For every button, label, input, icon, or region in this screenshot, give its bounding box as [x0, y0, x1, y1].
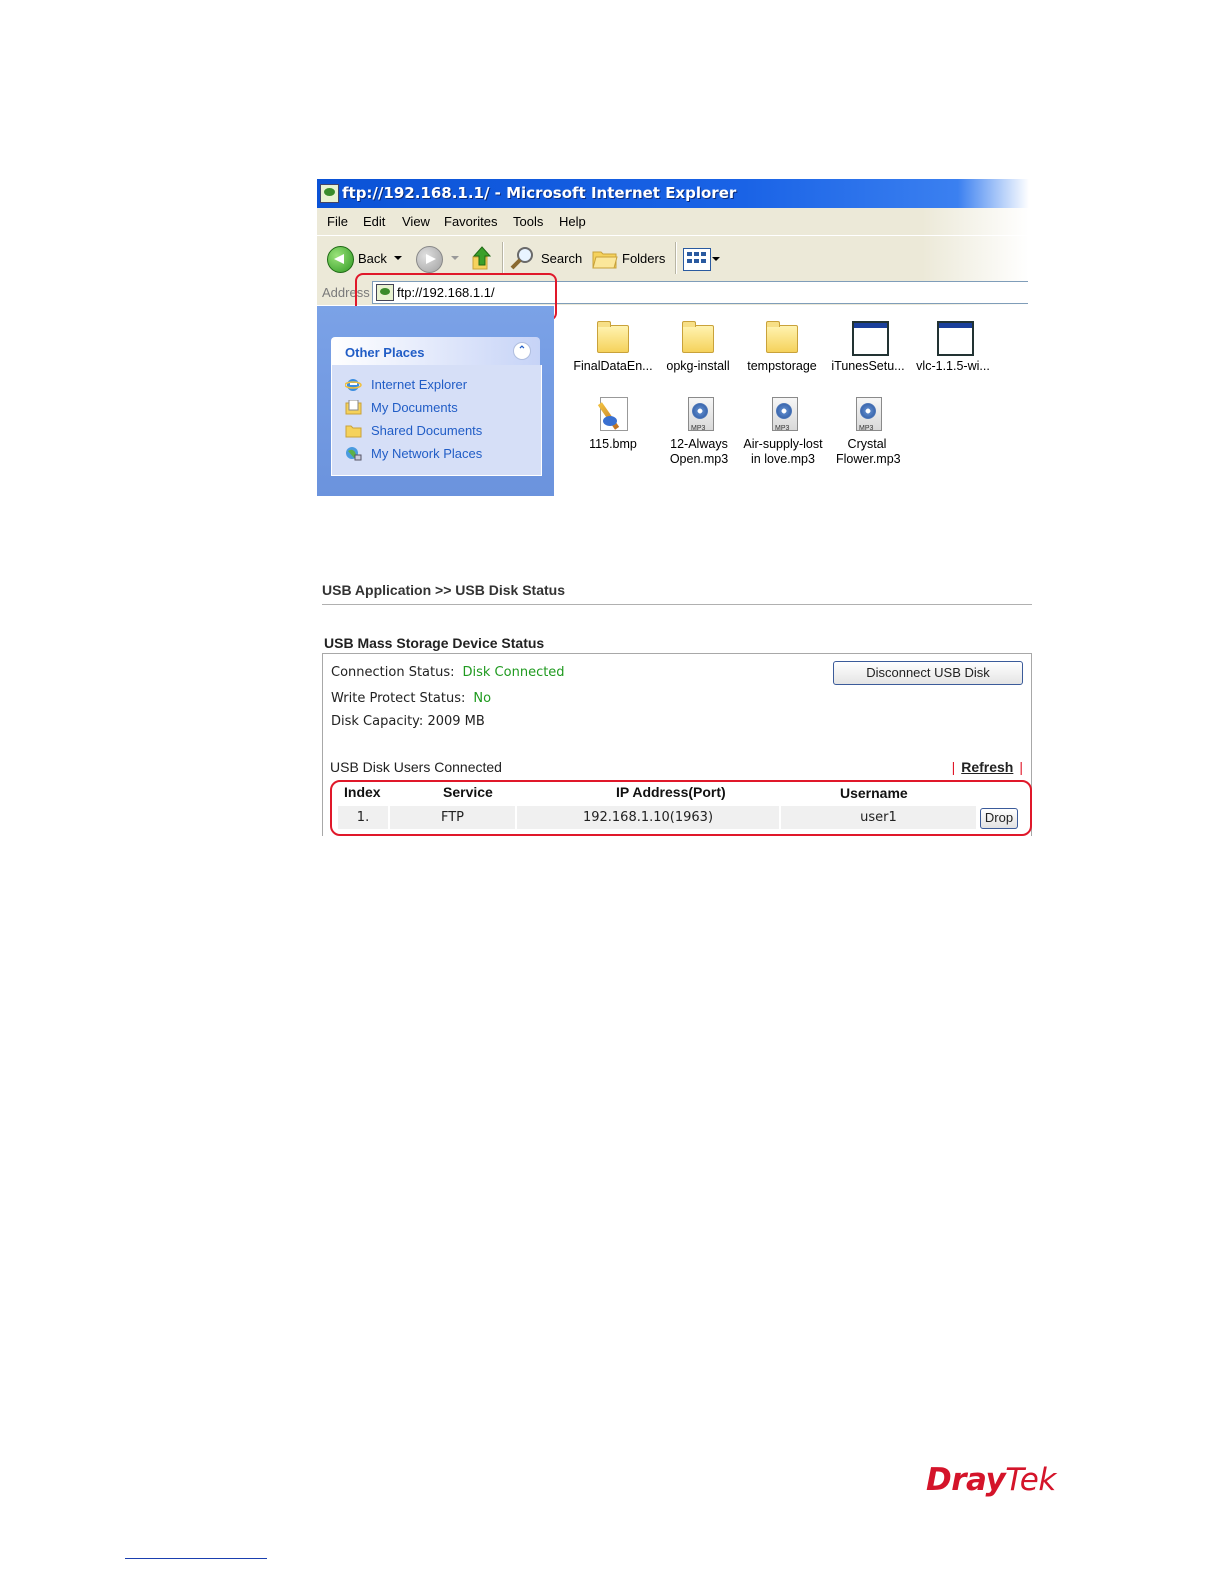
- connection-status: Connection Status: Disk Connected: [331, 665, 565, 680]
- folder-up-icon[interactable]: [471, 245, 493, 271]
- users-connected-title: USB Disk Users Connected: [330, 759, 502, 775]
- folder-icon: [345, 425, 362, 438]
- menu-view[interactable]: View: [402, 214, 430, 229]
- folders-button[interactable]: Folders: [589, 236, 669, 280]
- file-name: FinalDataEn...: [573, 359, 653, 373]
- disk-capacity-value: 2009 MB: [427, 714, 485, 729]
- collapse-chevron-icon[interactable]: ⌃: [513, 342, 531, 360]
- file-item[interactable]: tempstorage: [737, 321, 827, 374]
- file-name: Air-supply-lost in love.mp3: [743, 437, 823, 466]
- application-icon: [937, 321, 974, 356]
- file-name: tempstorage: [747, 359, 817, 373]
- file-name: opkg-install: [666, 359, 730, 373]
- other-place-label: My Documents: [371, 400, 458, 415]
- section-title: USB Mass Storage Device Status: [324, 635, 545, 651]
- folders-label: Folders: [622, 251, 666, 266]
- write-protect-label: Write Protect Status:: [331, 691, 466, 706]
- views-dropdown-icon[interactable]: [712, 257, 720, 261]
- forward-dropdown-icon[interactable]: [451, 256, 459, 260]
- menu-file[interactable]: File: [327, 214, 348, 229]
- mp3-icon: [683, 397, 715, 436]
- file-name: vlc-1.1.5-wi...: [916, 359, 990, 373]
- mp3-icon: [767, 397, 799, 436]
- other-place-label: Internet Explorer: [371, 377, 468, 392]
- task-pane: Other Places ⌃ Internet Explorer My Docu…: [317, 306, 554, 496]
- file-item[interactable]: Crystal Flower.mp3: [822, 397, 912, 467]
- disconnect-usb-button[interactable]: Disconnect USB Disk: [833, 661, 1023, 685]
- menu-help[interactable]: Help: [559, 214, 586, 229]
- footer-link-underline: [125, 1558, 267, 1559]
- row-username: user1: [781, 806, 976, 829]
- menu-tools[interactable]: Tools: [513, 214, 543, 229]
- ie-window: ftp://192.168.1.1/ - Microsoft Internet …: [317, 179, 1029, 496]
- views-icon[interactable]: [683, 248, 711, 271]
- other-places-list: Internet Explorer My Documents Shared Do…: [331, 365, 542, 476]
- ftp-icon: [320, 184, 339, 203]
- disk-capacity: Disk Capacity: 2009 MB: [331, 714, 485, 729]
- refresh-area: | Refresh |: [951, 759, 1023, 775]
- bitmap-icon: [597, 397, 629, 431]
- file-item[interactable]: opkg-install: [653, 321, 743, 374]
- other-places-header[interactable]: Other Places ⌃: [331, 337, 540, 365]
- ie-icon: [345, 379, 362, 391]
- file-item[interactable]: 115.bmp: [568, 397, 658, 452]
- other-place-label: Shared Documents: [371, 423, 483, 438]
- search-label: Search: [541, 251, 583, 266]
- file-name: 12-Always Open.mp3: [669, 437, 729, 466]
- toolbar-separator: [675, 242, 677, 274]
- disk-capacity-label: Disk Capacity:: [331, 714, 424, 729]
- file-item[interactable]: Air-supply-lost in love.mp3: [737, 397, 829, 467]
- menu-bar: File Edit View Favorites Tools Help: [317, 208, 1029, 235]
- window-title: ftp://192.168.1.1/ - Microsoft Internet …: [342, 184, 737, 202]
- file-name: 115.bmp: [589, 437, 637, 451]
- toolbar-separator: [502, 242, 504, 274]
- connection-status-value: Disk Connected: [462, 665, 565, 680]
- row-service: FTP: [390, 806, 515, 829]
- mp3-icon: [851, 397, 883, 436]
- table-header-ip: IP Address(Port): [616, 784, 726, 800]
- folders-icon: [592, 251, 618, 269]
- forward-arrow-icon[interactable]: [416, 246, 443, 273]
- table-header-service: Service: [443, 784, 493, 800]
- file-item[interactable]: iTunesSetu...: [823, 321, 913, 374]
- back-dropdown-icon[interactable]: [394, 256, 402, 260]
- refresh-link[interactable]: Refresh: [961, 759, 1013, 775]
- back-arrow-icon: [327, 246, 354, 273]
- row-index: 1.: [338, 806, 388, 829]
- folder-icon: [597, 321, 629, 355]
- breadcrumb: USB Application >> USB Disk Status: [322, 582, 565, 598]
- file-name: iTunesSetu...: [831, 359, 905, 373]
- table-header-username: Username: [840, 785, 908, 801]
- table-row: 1. FTP 192.168.1.10(1963) user1 Drop: [338, 806, 1020, 829]
- back-label: Back: [358, 251, 387, 266]
- title-bar: ftp://192.168.1.1/ - Microsoft Internet …: [317, 179, 1029, 208]
- folder-icon: [766, 321, 798, 355]
- network-icon: [346, 447, 362, 461]
- file-item[interactable]: FinalDataEn...: [568, 321, 658, 374]
- draytek-logo: DrayTek: [926, 1462, 1056, 1498]
- row-ip-port: 192.168.1.10(1963): [517, 806, 779, 829]
- folder-icon: [682, 321, 714, 355]
- table-header-index: Index: [344, 784, 381, 800]
- write-protect-status: Write Protect Status: No: [331, 691, 491, 706]
- documents-icon: [345, 400, 362, 415]
- other-places-title: Other Places: [345, 345, 425, 360]
- other-place-label: My Network Places: [371, 446, 483, 461]
- search-icon: [510, 247, 533, 270]
- breadcrumb-divider: [322, 604, 1032, 605]
- drop-button[interactable]: Drop: [980, 808, 1018, 829]
- write-protect-value: No: [473, 691, 492, 706]
- application-icon: [852, 321, 889, 356]
- file-item[interactable]: vlc-1.1.5-wi...: [908, 321, 998, 374]
- connection-status-label: Connection Status:: [331, 665, 455, 680]
- file-item[interactable]: 12-Always Open.mp3: [653, 397, 745, 467]
- file-name: Crystal Flower.mp3: [836, 437, 901, 466]
- menu-favorites[interactable]: Favorites: [444, 214, 497, 229]
- menu-edit[interactable]: Edit: [363, 214, 385, 229]
